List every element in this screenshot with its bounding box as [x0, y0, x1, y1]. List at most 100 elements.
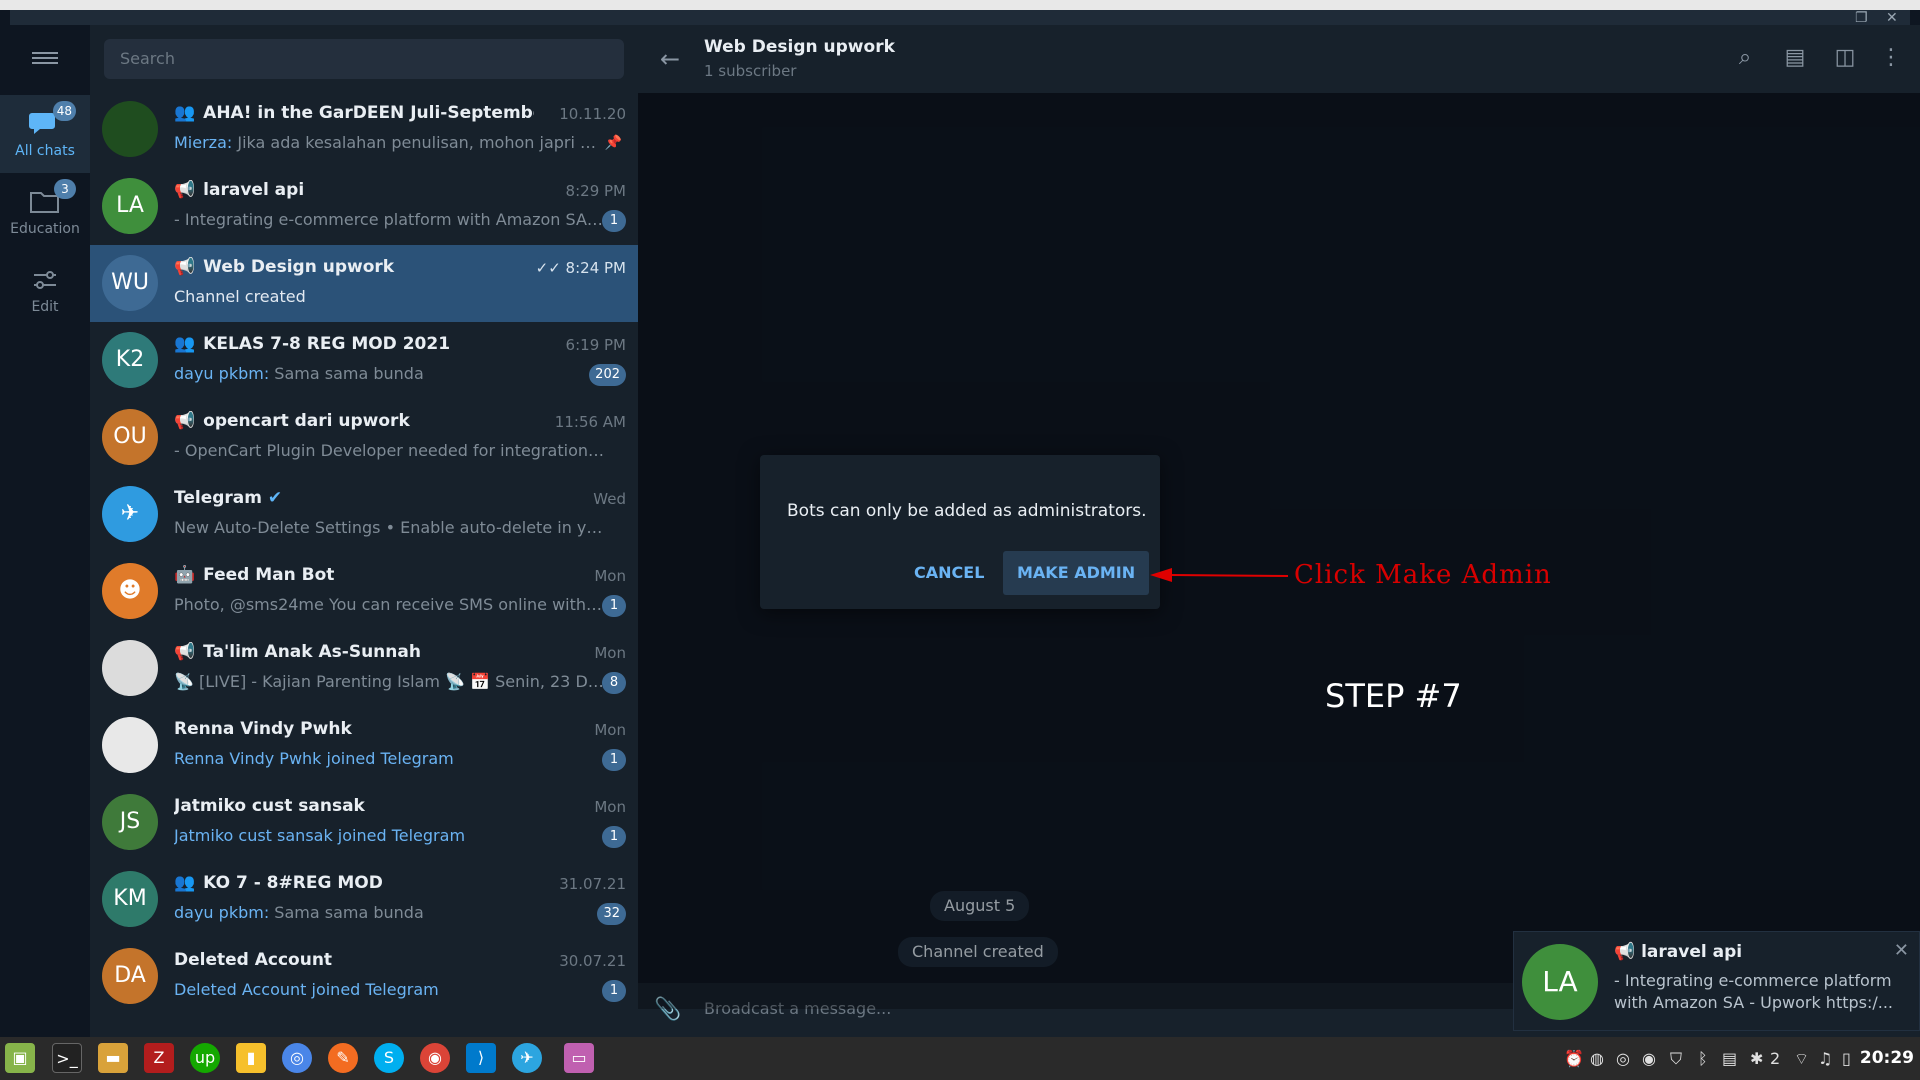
chat-item-kelas-7-8[interactable]: K2 👥 KELAS 7-8 REG MOD 2021 6:19 PM dayu … [90, 322, 638, 399]
chromium-icon[interactable]: ◎ [282, 1043, 312, 1073]
search-input[interactable]: Search [104, 39, 624, 79]
all-chats-badge: 48 [52, 101, 76, 121]
unread-badge: 1 [602, 826, 626, 848]
group-icon: 👥 [174, 334, 196, 354]
poll-icon[interactable]: ▤ [1782, 45, 1808, 71]
chat-time: 6:19 PM [565, 336, 626, 354]
tray-app-icon[interactable]: ◍ [1590, 1049, 1604, 1068]
chat-subtitle: 1 subscriber [704, 62, 797, 80]
telegram-plane-icon: ✈ [102, 486, 158, 542]
unread-badge: 1 [602, 749, 626, 771]
chat-name: Deleted Account [174, 950, 333, 970]
hamburger-menu-icon[interactable] [32, 49, 58, 67]
shield-icon[interactable]: ⛉ [1670, 1049, 1682, 1069]
pen-icon[interactable]: ✎ [328, 1043, 358, 1073]
more-options-icon[interactable]: ⋮ [1878, 45, 1904, 71]
notes-tray-icon[interactable]: ▤ [1722, 1049, 1737, 1068]
chat-item-deleted-account[interactable]: DA Deleted Account 30.07.21 Deleted Acco… [90, 938, 638, 1015]
music-icon[interactable]: ♫ [1818, 1049, 1832, 1068]
filezilla-icon[interactable]: Z [144, 1043, 174, 1073]
group-icon: 👥 [174, 873, 196, 893]
avatar: OU [102, 409, 158, 465]
skype-icon[interactable]: S [374, 1043, 404, 1073]
close-window-icon[interactable]: ✕ [1886, 10, 1898, 26]
close-icon[interactable]: ✕ [1894, 940, 1909, 961]
sidebar-toggle-icon[interactable]: ◫ [1832, 45, 1858, 71]
alarm-icon[interactable]: ⏰ [1564, 1049, 1584, 1068]
chat-header: ← Web Design upwork 1 subscriber ⌕ ▤ ◫ ⋮ [638, 25, 1920, 93]
cancel-button[interactable]: CANCEL [900, 551, 998, 595]
chat-time: 30.07.21 [559, 952, 626, 970]
sliders-icon [28, 265, 62, 295]
chat-item-aha-gardeen[interactable]: 👥AHA! in the GarDEEN Juli-September2020 … [90, 91, 638, 168]
avatar [102, 640, 158, 696]
megaphone-icon: 📢 [174, 257, 196, 277]
chat-item-web-design-upwork[interactable]: WU 📢 Web Design upwork ✓✓ 8:24 PM Channel… [90, 245, 638, 322]
window-icon[interactable]: ▭ [564, 1043, 594, 1073]
search-icon[interactable]: ⌕ [1732, 45, 1758, 71]
make-admin-button[interactable]: MAKE ADMIN [1003, 551, 1150, 595]
chat-item-telegram[interactable]: ✈ Telegram ✔ Wed New Auto-Delete Setting… [90, 476, 638, 553]
chat-time: Mon [594, 721, 626, 739]
mint-menu-icon[interactable]: ▣ [5, 1043, 35, 1073]
megaphone-icon: 📢 [1614, 942, 1642, 962]
folder-edit[interactable]: Edit [0, 251, 90, 329]
chat-bubbles-icon: 48 [28, 101, 76, 139]
battery-icon[interactable]: ▯ [1842, 1049, 1851, 1068]
browser-top-strip [0, 0, 1920, 10]
terminal-icon[interactable]: >_ [52, 1043, 82, 1073]
clock[interactable]: 20:29 [1860, 1048, 1914, 1068]
unread-badge: 1 [602, 980, 626, 1002]
chat-preview: - OpenCart Plugin Developer needed for i… [174, 441, 604, 460]
folder-education[interactable]: 3 Education [0, 173, 90, 251]
chat-item-feed-man-bot[interactable]: ☻ 🤖 Feed Man Bot Mon Photo, @sms24me You … [90, 553, 638, 630]
annotation-arrow-icon [1150, 568, 1289, 582]
tray-chromium-icon[interactable]: ◎ [1616, 1049, 1630, 1068]
folder-icon: 3 [28, 179, 76, 217]
restore-icon[interactable]: ❐ [1855, 10, 1868, 26]
dialog-message: Bots can only be added as administrators… [787, 501, 1147, 521]
folder-rail: 48 All chats 3 Education Edit [0, 25, 90, 1037]
chat-item-jatmiko[interactable]: JS Jatmiko cust sansak Mon Jatmiko cust … [90, 784, 638, 861]
chat-item-ko-7-8[interactable]: KM 👥 KO 7 - 8#REG MOD 31.07.21 dayu pkbm:… [90, 861, 638, 938]
verified-icon: ✔ [267, 488, 283, 508]
chat-time: 8:24 PM [565, 259, 626, 277]
vscode-icon[interactable]: ⟩ [466, 1043, 496, 1073]
chat-time: 10.11.20 [559, 105, 626, 123]
chat-item-renna[interactable]: Renna Vindy Pwhk Mon Renna Vindy Pwhk jo… [90, 707, 638, 784]
notification-toast[interactable]: LA 📢 laravel api - Integrating e-commerc… [1513, 931, 1920, 1031]
avatar: K2 [102, 332, 158, 388]
chat-name: Renna Vindy Pwhk [174, 719, 352, 739]
chat-item-opencart[interactable]: OU 📢 opencart dari upwork 11:56 AM - Open… [90, 399, 638, 476]
back-arrow-icon[interactable]: ← [660, 45, 680, 73]
avatar: KM [102, 871, 158, 927]
unread-badge: 202 [589, 364, 626, 386]
megaphone-icon: 📢 [174, 180, 196, 200]
toast-message: - Integrating e-commerce platform with A… [1614, 971, 1894, 1012]
chat-title[interactable]: Web Design upwork [704, 37, 895, 57]
notes-icon[interactable]: ▮ [236, 1043, 266, 1073]
slack-icon[interactable]: ✱ [1750, 1049, 1763, 1068]
chat-item-talim-anak[interactable]: 📢 Ta'lim Anak As-Sunnah Mon 📡 [LIVE] - Ka… [90, 630, 638, 707]
tray-chrome-icon[interactable]: ◉ [1642, 1049, 1656, 1068]
chat-item-laravel-api[interactable]: LA 📢 laravel api 8:29 PM - Integrating e-… [90, 168, 638, 245]
unread-badge: 1 [602, 595, 626, 617]
step-label: STEP #7 [1325, 677, 1462, 715]
bluetooth-icon[interactable]: ᛒ [1698, 1049, 1708, 1068]
avatar [102, 717, 158, 773]
folder-label: All chats [15, 143, 75, 159]
avatar: LA [102, 178, 158, 234]
taskbar: ▣ >_ ▬ Z up ▮ ◎ ✎ S ◉ ⟩ ✈ ▭ ⏰ ◍ ◎ ◉ ⛉ ᛒ … [0, 1037, 1920, 1080]
telegram-taskbar-icon[interactable]: ✈ [512, 1043, 542, 1073]
window-titlebar [10, 10, 1910, 25]
files-icon[interactable]: ▬ [98, 1043, 128, 1073]
wifi-icon[interactable]: ⌔ [1794, 1049, 1809, 1069]
annotation-label: Click Make Admin [1294, 560, 1552, 590]
chat-preview: Photo, @sms24me You can receive SMS onli… [174, 595, 604, 614]
chrome-icon[interactable]: ◉ [420, 1043, 450, 1073]
chat-time: 8:29 PM [565, 182, 626, 200]
upwork-icon[interactable]: up [190, 1043, 220, 1073]
folder-label: Edit [31, 299, 59, 315]
education-badge: 3 [54, 179, 76, 199]
folder-all-chats[interactable]: 48 All chats [0, 95, 90, 173]
